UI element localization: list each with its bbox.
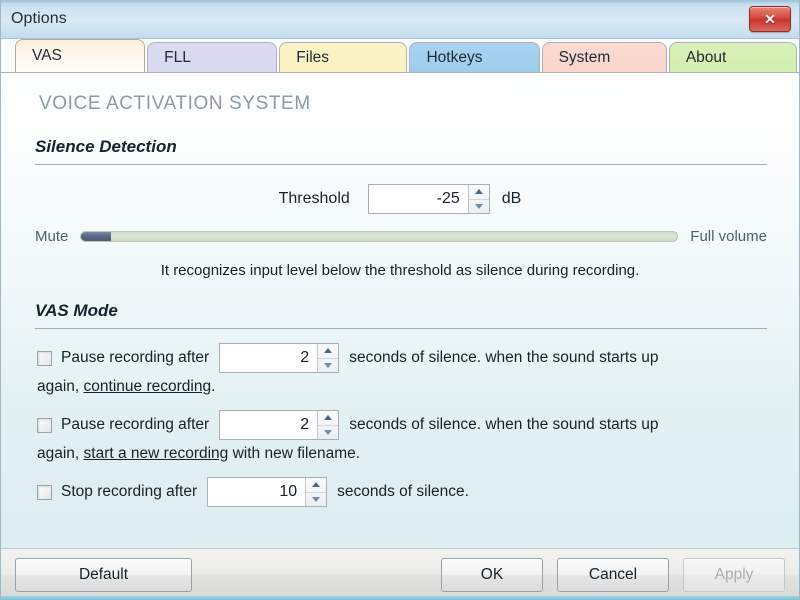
stop-recording-value[interactable]: 10 (208, 478, 306, 506)
tab-fll-label: FLL (164, 48, 191, 66)
tab-fll[interactable]: FLL (147, 42, 278, 72)
chevron-up-icon (324, 348, 333, 354)
pause-newfile-subtext: again, start a new recording with new fi… (23, 445, 777, 463)
vas-mode-options: Pause recording after 2 seconds of silen… (23, 343, 777, 507)
slider-min-label: Mute (35, 228, 69, 245)
slider-max-label: Full volume (690, 228, 767, 245)
pause-newfile-value[interactable]: 2 (220, 411, 318, 439)
pause-continue-increment-button[interactable] (318, 344, 339, 359)
options-dialog: Options ✕ VAS FLL Files Hotkeys System A… (0, 0, 800, 600)
pause-newfile-decrement-button[interactable] (318, 426, 338, 440)
title-bar-highlight (1, 0, 799, 3)
threshold-slider-row: Mute Full volume (23, 228, 777, 245)
pause-continue-decrement-button[interactable] (318, 359, 338, 373)
chevron-down-icon (324, 362, 333, 368)
footer-right-buttons: OK Cancel Apply (441, 557, 785, 592)
pause-continue-subtext: again, continue recording. (23, 378, 777, 396)
vas-mode-divider (35, 328, 767, 329)
pause-continue-sub-after: . (211, 378, 216, 395)
threshold-row: Threshold -25 dB (23, 184, 777, 214)
vas-mode-row: Pause recording after 2 seconds of silen… (23, 410, 777, 440)
window-title: Options (11, 10, 67, 27)
threshold-spin-buttons (467, 185, 489, 214)
pause-newfile-label-after: seconds of silence. when the sound start… (349, 416, 659, 433)
threshold-value[interactable]: -25 (368, 185, 468, 213)
vas-mode-heading: VAS Mode (35, 301, 118, 320)
page-title: VOICE ACTIVATION SYSTEM (39, 93, 311, 114)
pause-newfile-sub-after: with new filename. (232, 445, 361, 462)
default-button[interactable]: Default (15, 557, 192, 592)
pause-continue-spinner[interactable]: 2 (219, 343, 340, 373)
continue-recording-link[interactable]: continue recording (84, 378, 212, 395)
stop-recording-label-before: Stop recording after (61, 483, 198, 500)
pause-continue-sub-before: again, (37, 378, 80, 395)
stop-recording-decrement-button[interactable] (306, 493, 326, 507)
tab-vas-label: VAS (32, 47, 62, 64)
threshold-decrement-button[interactable] (469, 200, 489, 214)
tab-hotkeys-label: Hotkeys (426, 48, 483, 66)
chevron-down-icon (324, 429, 333, 435)
apply-button[interactable]: Apply (683, 557, 785, 592)
tab-strip: VAS FLL Files Hotkeys System About (1, 39, 799, 72)
silence-detection-divider (35, 164, 767, 165)
stop-recording-checkbox[interactable] (37, 484, 52, 500)
tab-system-label: System (558, 48, 611, 66)
silence-detection-heading: Silence Detection (35, 137, 177, 156)
chevron-up-icon (312, 482, 321, 488)
threshold-increment-button[interactable] (468, 185, 489, 200)
stop-recording-spinner[interactable]: 10 (207, 477, 328, 507)
title-bar: Options ✕ (1, 0, 799, 39)
close-icon: ✕ (764, 11, 776, 27)
pause-continue-label-after: seconds of silence. when the sound start… (349, 349, 659, 366)
pause-newfile-label-before: Pause recording after (61, 416, 210, 433)
stop-recording-label-after: seconds of silence. (337, 483, 469, 500)
pause-continue-spin-buttons (317, 344, 339, 373)
chevron-down-icon (312, 496, 321, 502)
tab-files[interactable]: Files (279, 42, 408, 72)
pause-newfile-spinner[interactable]: 2 (219, 410, 340, 440)
tab-files-label: Files (296, 48, 330, 66)
pause-newfile-sub-before: again, (37, 445, 80, 462)
stop-recording-increment-button[interactable] (306, 478, 327, 493)
pause-newfile-spin-buttons (317, 411, 339, 440)
tab-hotkeys[interactable]: Hotkeys (409, 42, 540, 72)
chevron-down-icon (474, 203, 483, 209)
pause-continue-label-before: Pause recording after (61, 349, 210, 366)
tab-about[interactable]: About (668, 42, 797, 72)
tab-about-label: About (685, 48, 727, 66)
pause-continue-checkbox[interactable] (37, 350, 52, 366)
silence-hint-text: It recognizes input level below the thre… (160, 262, 640, 279)
pause-newfile-checkbox[interactable] (37, 417, 52, 433)
dialog-footer: Default OK Cancel Apply (1, 548, 799, 600)
chevron-up-icon (474, 189, 483, 195)
close-button[interactable]: ✕ (749, 6, 791, 32)
tab-panel-vas: VOICE ACTIVATION SYSTEM Silence Detectio… (1, 72, 799, 548)
vas-mode-row: Stop recording after 10 seconds of silen… (23, 477, 777, 507)
start-new-recording-link[interactable]: start a new recording (84, 445, 229, 462)
stop-recording-spin-buttons (305, 478, 327, 507)
ok-button[interactable]: OK (441, 557, 543, 592)
threshold-unit-label: dB (501, 190, 522, 207)
threshold-slider-fill (81, 232, 112, 241)
cancel-button[interactable]: Cancel (557, 557, 669, 592)
vas-mode-row: Pause recording after 2 seconds of silen… (23, 343, 777, 373)
pause-continue-value[interactable]: 2 (220, 344, 318, 372)
pause-newfile-increment-button[interactable] (318, 411, 339, 426)
threshold-slider[interactable] (80, 231, 679, 242)
tab-system[interactable]: System (541, 42, 667, 72)
threshold-spinner[interactable]: -25 (367, 184, 490, 214)
chevron-up-icon (324, 415, 333, 421)
threshold-label: Threshold (278, 190, 350, 207)
tab-vas[interactable]: VAS (15, 39, 146, 72)
